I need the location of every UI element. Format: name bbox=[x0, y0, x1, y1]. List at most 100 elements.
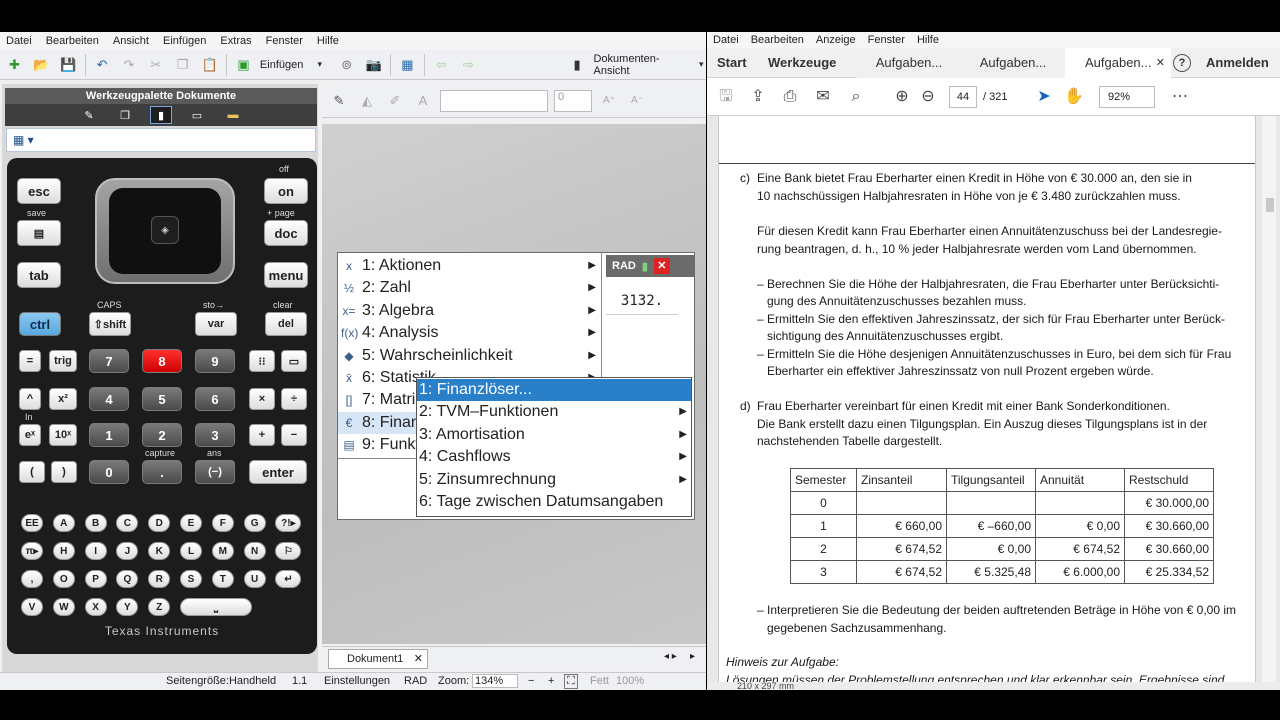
alpha-key[interactable]: J bbox=[116, 542, 139, 560]
main-menu-item[interactable]: ½ 2: Zahl ▶ bbox=[338, 277, 600, 299]
prev-page-icon[interactable]: ◂ ▸ bbox=[664, 651, 677, 662]
page-up-icon[interactable]: ⊕ bbox=[891, 86, 913, 108]
redo-icon[interactable]: ↷ bbox=[119, 54, 140, 76]
alpha-key[interactable]: V bbox=[21, 598, 43, 616]
mail-icon[interactable]: ✉ bbox=[812, 86, 834, 108]
font-grow-icon[interactable]: A⁺ bbox=[598, 90, 620, 112]
fit-icon[interactable]: ⛶ bbox=[564, 674, 578, 689]
alpha-key[interactable]: π▸ bbox=[21, 542, 43, 560]
alpha-key[interactable]: X bbox=[84, 598, 107, 616]
alpha-key[interactable]: Q bbox=[116, 570, 139, 588]
book-icon[interactable]: ▭ bbox=[186, 106, 208, 124]
tab-start[interactable]: Start bbox=[717, 48, 747, 78]
chevron-down-icon[interactable]: ▾ bbox=[696, 54, 706, 76]
shift-key[interactable]: ⇧shift bbox=[89, 312, 131, 336]
ti-menu-hilfe[interactable]: Hilfe bbox=[317, 35, 339, 47]
scrollbar-thumb[interactable] bbox=[1266, 198, 1274, 212]
decimal-key[interactable]: . bbox=[142, 460, 182, 484]
upload-icon[interactable]: ⇪ bbox=[747, 86, 769, 108]
chevron-down-icon[interactable]: ▾ bbox=[309, 54, 330, 76]
finance-menu-item[interactable]: 2: TVM–Funktionen ▶ bbox=[417, 401, 691, 423]
main-menu-item[interactable]: ◆ 5: Wahrscheinlichkeit ▶ bbox=[338, 345, 600, 367]
font-size-select[interactable]: 0 bbox=[554, 89, 592, 112]
negative-key[interactable]: (−) bbox=[195, 460, 235, 484]
alpha-key[interactable]: B bbox=[84, 514, 107, 532]
key-5[interactable]: 5 bbox=[142, 387, 182, 411]
pdf-menu-bearbeiten[interactable]: Bearbeiten bbox=[751, 32, 804, 48]
new-document-icon[interactable]: ✚ bbox=[4, 54, 25, 76]
alpha-key[interactable]: E bbox=[180, 514, 202, 532]
zoom-select[interactable]: 134% bbox=[472, 674, 519, 688]
alpha-key[interactable]: Y bbox=[116, 598, 139, 616]
alpha-key[interactable]: ↵ bbox=[275, 570, 302, 588]
finance-menu-item[interactable]: 4: Cashflows ▶ bbox=[417, 446, 691, 468]
key-9[interactable]: 9 bbox=[195, 349, 235, 373]
search-icon[interactable]: ⌕ bbox=[845, 86, 867, 108]
alpha-key[interactable]: D bbox=[148, 514, 171, 532]
tab-document-3[interactable]: Aufgaben... ✕ bbox=[1065, 48, 1171, 78]
back-arrow-icon[interactable]: ⇦ bbox=[431, 54, 452, 76]
alpha-key[interactable]: P bbox=[84, 570, 107, 588]
finance-menu-item[interactable]: 1: Finanzlöser... bbox=[417, 379, 691, 401]
exp-key[interactable]: eˣ bbox=[19, 424, 41, 446]
cut-icon[interactable]: ✂ bbox=[145, 54, 166, 76]
alpha-key[interactable]: , bbox=[21, 570, 43, 588]
menu-icon[interactable]: ▸ bbox=[690, 651, 695, 662]
undo-icon[interactable]: ↶ bbox=[92, 54, 113, 76]
zoom-out-icon[interactable]: − bbox=[528, 675, 534, 687]
paste-icon[interactable]: 📋 bbox=[199, 54, 220, 76]
tools-icon[interactable]: ✎ bbox=[78, 106, 100, 124]
alpha-key[interactable]: K bbox=[148, 542, 171, 560]
open-icon[interactable]: 📂 bbox=[31, 54, 52, 76]
scratchpad-key[interactable]: ▤ bbox=[17, 220, 61, 246]
ti-menu-bearbeiten[interactable]: Bearbeiten bbox=[46, 35, 99, 47]
line-color-icon[interactable]: ✐ bbox=[384, 90, 406, 112]
vertical-scrollbar[interactable] bbox=[1262, 116, 1276, 682]
page-number-input[interactable]: 44 bbox=[949, 86, 977, 108]
screenshot-icon[interactable]: 📷 bbox=[363, 54, 384, 76]
alpha-key[interactable]: M bbox=[211, 542, 234, 560]
signin-button[interactable]: Anmelden bbox=[1206, 48, 1269, 78]
document-view-select[interactable]: Dokumenten-Ansicht bbox=[593, 53, 690, 77]
alpha-key[interactable]: G bbox=[243, 514, 266, 532]
templates-key[interactable]: ⁝⁝ bbox=[249, 350, 275, 372]
ctrl-key[interactable]: ctrl bbox=[19, 312, 61, 336]
lparen-key[interactable]: ( bbox=[19, 461, 45, 483]
save-icon[interactable]: 💾 bbox=[58, 54, 79, 76]
plus-key[interactable]: + bbox=[249, 424, 275, 446]
ti-menu-ansicht[interactable]: Ansicht bbox=[113, 35, 149, 47]
text-color-icon[interactable]: A bbox=[412, 90, 434, 112]
horizontal-scrollbar[interactable]: 210 x 297 mm bbox=[707, 682, 1280, 691]
alpha-key[interactable]: O bbox=[52, 570, 75, 588]
trig-key[interactable]: trig bbox=[49, 350, 77, 372]
ti-menu-extras[interactable]: Extras bbox=[220, 35, 251, 47]
vars-icon[interactable]: ⊚ bbox=[336, 54, 357, 76]
handheld-view-icon[interactable]: ▮ bbox=[567, 54, 588, 76]
catalog-key[interactable]: ▭ bbox=[281, 350, 307, 372]
help-icon[interactable]: ? bbox=[1173, 54, 1191, 72]
del-key[interactable]: del bbox=[265, 312, 307, 336]
equals-key[interactable]: = bbox=[19, 350, 41, 372]
finance-menu-item[interactable]: 5: Zinsumrechnung ▶ bbox=[417, 469, 691, 491]
home-on-key[interactable]: on bbox=[264, 178, 308, 204]
pdf-menu-datei[interactable]: Datei bbox=[713, 32, 739, 48]
more-icon[interactable]: ⋯ bbox=[1169, 86, 1191, 108]
key-1[interactable]: 1 bbox=[89, 423, 129, 447]
print-icon[interactable]: ⎙ bbox=[779, 86, 801, 108]
caret-key[interactable]: ^ bbox=[19, 388, 41, 410]
main-menu-item[interactable]: x= 3: Algebra ▶ bbox=[338, 300, 600, 322]
minus-key[interactable]: − bbox=[281, 424, 307, 446]
insert-icon[interactable]: ▣ bbox=[233, 54, 254, 76]
pdf-menu-hilfe[interactable]: Hilfe bbox=[917, 32, 939, 48]
alpha-key[interactable]: H bbox=[52, 542, 75, 560]
multiply-key[interactable]: × bbox=[249, 388, 275, 410]
insert-button[interactable]: Einfügen bbox=[260, 59, 303, 71]
key-2[interactable]: 2 bbox=[142, 423, 182, 447]
doc-key[interactable]: doc bbox=[264, 220, 308, 246]
layout-icon[interactable]: ▦ bbox=[397, 54, 418, 76]
alpha-key[interactable]: T bbox=[211, 570, 234, 588]
alpha-key[interactable]: S bbox=[180, 570, 202, 588]
keypad-selector[interactable]: ▦ ▾ bbox=[6, 128, 316, 152]
fett-select[interactable]: 100% bbox=[616, 675, 644, 687]
alpha-key[interactable]: Z bbox=[148, 598, 171, 616]
